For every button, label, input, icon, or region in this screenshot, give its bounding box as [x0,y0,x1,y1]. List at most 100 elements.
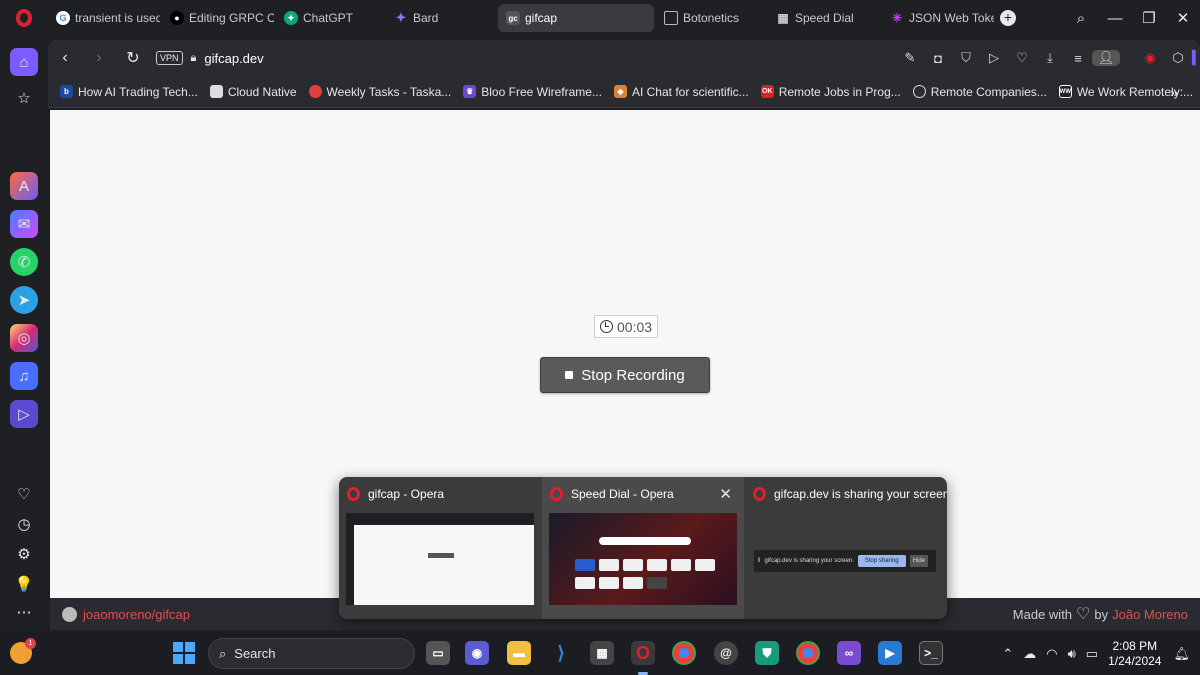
stop-recording-button[interactable]: Stop Recording [540,357,710,393]
windows-start-icon[interactable] [173,642,195,664]
notification-bell-icon[interactable]: 🔔︎ [1173,646,1190,662]
extension-red-icon[interactable]: ◉ [1136,50,1164,66]
preview-card-gifcap[interactable]: gifcap - Opera [339,477,541,619]
author-link[interactable]: João Moreno [1112,607,1188,622]
flow-icon[interactable]: ▷ [10,400,38,428]
vpn-badge[interactable]: VPN [156,51,183,65]
terminal-icon[interactable]: >_ [919,641,943,665]
profile-icon[interactable]: 👤︎ [1092,50,1120,66]
wifi-icon[interactable]: ◠ [1046,646,1057,662]
bookmark-3[interactable]: ♛ Bloo Free Wireframe... [463,85,602,99]
onedrive-icon[interactable]: ☁ [1023,646,1036,662]
new-tab-button[interactable]: + [1000,10,1016,26]
star-icon[interactable]: ☆ [10,84,38,112]
lock-icon[interactable]: 🔒︎ [191,52,197,65]
wwr-icon: WW [1058,85,1072,98]
menu-lines-icon[interactable]: ≡ [1064,51,1092,66]
url-field[interactable]: gifcap.dev [204,51,263,66]
messenger-icon[interactable]: ✉ [10,210,38,238]
lightbulb-icon[interactable]: 💡 [10,570,38,598]
heart-icon[interactable]: ♡ [10,480,38,508]
media-player-icon[interactable]: ▶ [878,641,902,665]
restore-button[interactable]: ❐ [1132,9,1166,27]
tab-3[interactable]: ✦ Bard [386,4,496,32]
sidebar-scroll-icon[interactable]: ▍ [1192,50,1200,66]
store-icon[interactable]: ▦ [590,641,614,665]
github-icon [62,606,77,622]
hide-button[interactable]: Hide [909,555,928,567]
tab-7[interactable]: ✳JSON Web Token [882,4,994,32]
film-icon [664,11,678,25]
volume-icon[interactable]: 🔊︎ [1068,646,1076,662]
chatgpt-icon: ✦ [284,11,298,25]
opera-taskbar-icon[interactable]: O [631,641,655,665]
teams-icon[interactable]: ◉ [465,641,489,665]
pause-icon: ‖ [758,558,761,564]
thumb-search-box [599,537,691,545]
forward-button[interactable]: › [82,49,116,67]
back-button[interactable]: ‹ [48,49,82,67]
favorite-heart-icon[interactable]: ♡ [1008,50,1036,66]
share-notification-bar: ‖ gifcap.dev is sharing your screen. Sto… [754,550,936,572]
settings-icon[interactable]: ⚙ [10,540,38,568]
taskbar-search-box[interactable]: ⌕ Search [208,638,415,669]
chrome-icon[interactable] [672,641,696,665]
whatsapp-icon[interactable]: ✆ [10,248,38,276]
camera-icon[interactable]: ◘ [924,51,952,66]
preview-card-sharing[interactable]: gifcap.dev is sharing your screen. ‖ gif… [745,477,947,619]
home-icon[interactable]: ⌂ [10,48,38,76]
task-view-icon[interactable]: ▭ [426,641,450,665]
bookmark-5[interactable]: OK Remote Jobs in Prog... [760,85,901,99]
thumb-tile [575,577,595,589]
more-bookmarks-icon[interactable]: » [1170,84,1178,100]
tab-0[interactable]: Gtransient is used [48,4,160,32]
more-icon[interactable]: ⋯ [10,598,38,626]
close-window-button[interactable]: ✕ [1166,9,1200,27]
made-with-credit: Made with ♡ by João Moreno [1012,606,1188,623]
github-link[interactable]: joaomoreno/gifcap [62,606,190,622]
history-icon[interactable]: ◷ [10,510,38,538]
telegram-icon[interactable]: ➤ [10,286,38,314]
spiral-app-icon[interactable]: @ [714,641,738,665]
tab-5[interactable]: Botonetics [656,4,766,32]
taskbar-clock[interactable]: 2:08 PM 1/24/2024 [1108,639,1161,669]
download-icon[interactable]: ⤓ [1036,50,1064,66]
file-explorer-icon[interactable]: ▬ [507,641,531,665]
browser-tab-bar: Gtransient is used ●Editing GRPC Cra ✦Ch… [0,0,1200,36]
edit-icon[interactable]: ✎ [896,50,924,66]
minimize-button[interactable]: — [1098,10,1132,27]
shield-icon[interactable]: ⛉ [952,50,980,66]
jwt-icon: ✳ [891,11,903,25]
tab-2[interactable]: ✦ ChatGPT [276,4,384,32]
close-preview-button[interactable]: ✕ [719,485,732,503]
bookmark-4[interactable]: ◆ AI Chat for scientific... [613,85,749,99]
visual-studio-icon[interactable]: ∞ [837,641,861,665]
aria-icon[interactable]: A [10,172,38,200]
stop-sharing-button[interactable]: Stop sharing [857,555,906,567]
send-icon[interactable]: ▷ [980,50,1008,66]
chrome-beta-icon[interactable] [796,641,820,665]
address-bar-actions: ✎ ◘ ⛉ ▷ ♡ ⤓ ≡ 👤︎ ◉ ⬡ ▍ [896,40,1200,76]
crown-icon: ♛ [463,85,477,98]
bookmark-2[interactable]: Weekly Tasks - Taska... [308,85,451,99]
tab-6[interactable]: ▦ Speed Dial [768,4,880,32]
elapsed-time: 00:03 [617,318,653,335]
music-player-icon[interactable]: ♫ [10,362,38,390]
opera-menu-button[interactable] [0,0,48,36]
search-tabs-icon[interactable]: ⌕ [1064,10,1098,27]
extensions-cube-icon[interactable]: ⬡ [1164,50,1192,66]
bookmark-6[interactable]: Remote Companies... [912,85,1047,99]
bookmark-1[interactable]: Cloud Native [209,85,297,99]
weather-widget-icon[interactable]: 1 [10,638,36,664]
chevron-up-icon[interactable]: ⌃ [1002,646,1013,662]
shield-app-icon[interactable]: ⛊ [755,641,779,665]
tab-1[interactable]: ●Editing GRPC Cra [162,4,274,32]
tab-4-active[interactable]: gc gifcap [498,4,654,32]
reload-button[interactable]: ↻ [116,48,150,68]
vscode-icon[interactable]: ⟩ [549,641,573,665]
instagram-icon[interactable]: ◎ [10,324,38,352]
battery-icon[interactable]: ▭ [1086,646,1098,662]
preview-card-speed-dial[interactable]: Speed Dial - Opera ✕ [542,477,744,619]
bookmark-0[interactable]: b How AI Trading Tech... [60,85,198,99]
stop-square-icon [565,371,574,379]
